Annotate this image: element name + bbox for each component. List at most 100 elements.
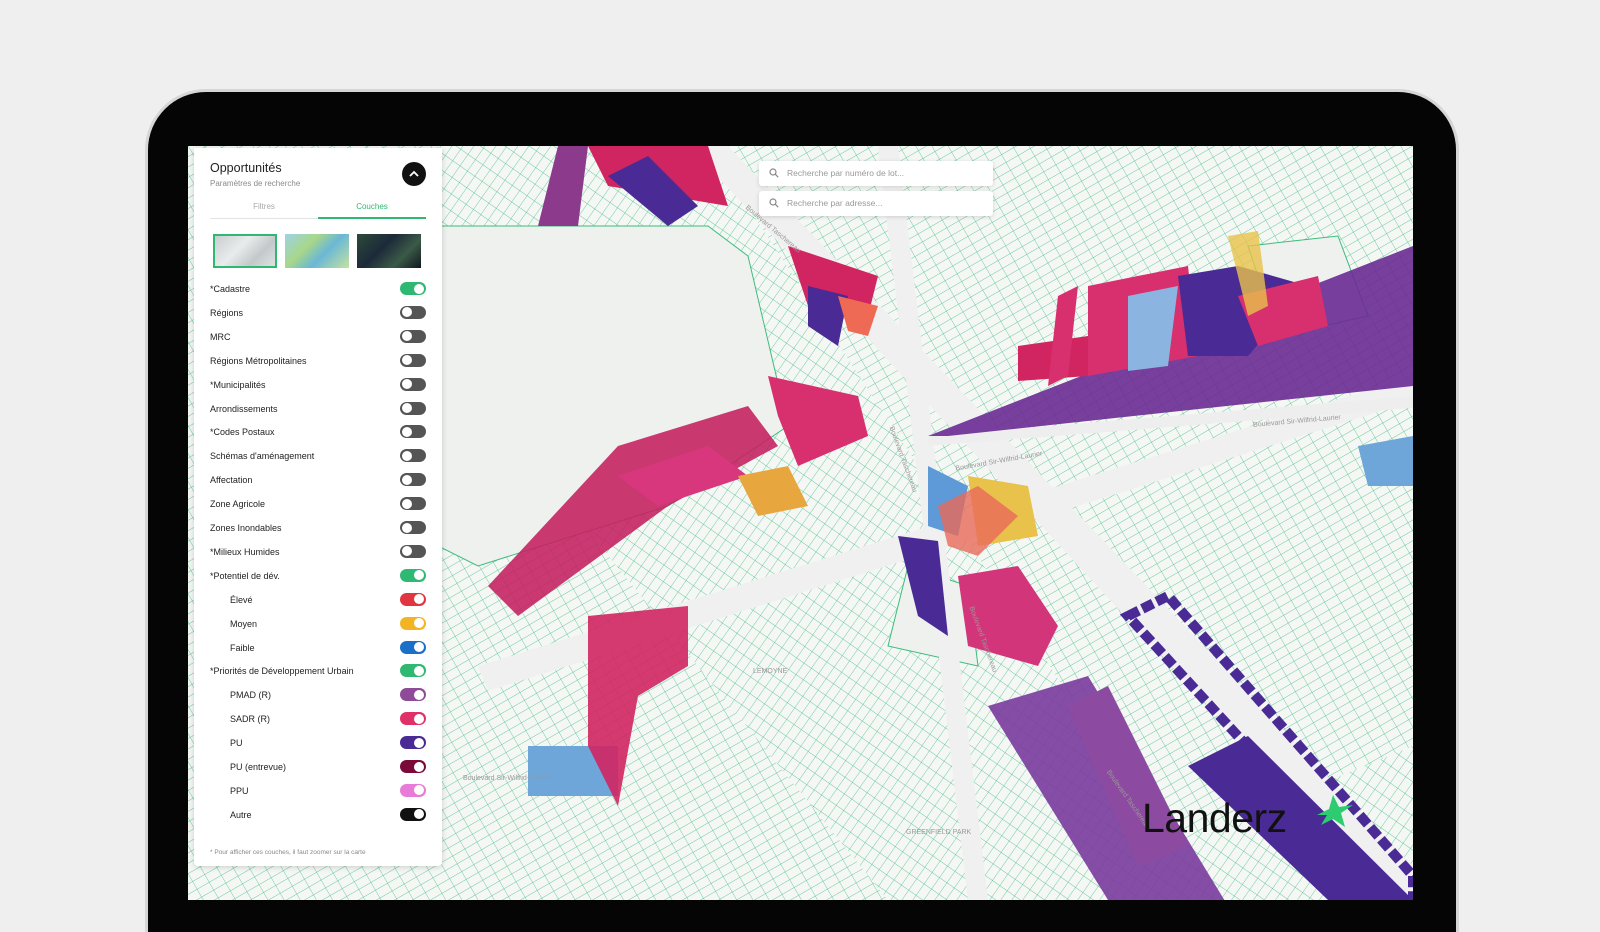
toggle-knob [402, 307, 412, 318]
layer-label: PPU [230, 785, 249, 796]
layer-label: Moyen [230, 618, 258, 629]
layer-label: Régions [210, 307, 244, 318]
layer-toggle[interactable] [400, 544, 426, 558]
panel-title: Opportunités [210, 161, 282, 175]
layer-label: Arrondissements [210, 403, 278, 414]
toggle-knob [402, 546, 412, 557]
toggle-knob [402, 331, 412, 342]
layer-row: Schémas d'aménagement [210, 449, 426, 467]
layer-toggle[interactable] [400, 497, 426, 511]
map-place-label: LEMOYNE [753, 668, 788, 675]
basemap-satellite-thumbnail[interactable] [357, 234, 421, 268]
layer-toggle[interactable] [400, 329, 426, 343]
address-search-placeholder: Recherche par adresse... [787, 198, 883, 208]
tab-filtres[interactable]: Filtres [210, 202, 318, 211]
toggle-knob [414, 713, 424, 724]
layer-row: MRC [210, 329, 426, 348]
layer-label: PU (entrevue) [230, 762, 287, 772]
layer-label: Faible [230, 642, 255, 653]
layer-toggle[interactable] [400, 640, 426, 654]
layer-label: SADR (R) [230, 714, 270, 725]
layer-toggle[interactable] [400, 736, 426, 750]
layer-toggle[interactable] [400, 664, 426, 678]
chevron-up-icon [409, 170, 419, 177]
layer-toggle[interactable] [400, 783, 426, 797]
layer-row: *Potentiel de dév. [210, 568, 426, 587]
layer-row: Affectation [210, 473, 426, 491]
layer-row: Moyen [210, 616, 426, 635]
layer-toggle[interactable] [400, 449, 426, 463]
layer-row: Zone Agricole [210, 497, 426, 515]
basemap-plan-thumbnail[interactable] [213, 234, 277, 268]
layer-label: *Cadastre [210, 284, 251, 294]
basemap-terrain-thumbnail[interactable] [285, 234, 349, 268]
leaf-star-icon [1317, 795, 1353, 827]
toggle-knob [414, 283, 424, 294]
toggle-knob [402, 450, 412, 461]
layer-label: Schémas d'aménagement [210, 451, 315, 462]
layer-row: Zones Inondables [210, 521, 426, 539]
layer-toggle[interactable] [400, 616, 426, 630]
layer-toggle[interactable] [400, 712, 426, 726]
layer-toggle[interactable] [400, 353, 426, 367]
layer-label: Zone Agricole [210, 499, 266, 510]
toggle-knob [414, 785, 424, 796]
toggle-knob [414, 570, 424, 581]
layer-toggle[interactable] [400, 592, 426, 606]
toggle-knob [414, 618, 424, 629]
map-place-label: GREENFIELD PARK [906, 829, 972, 836]
layer-label: *Codes Postaux [210, 427, 275, 438]
lot-search-input[interactable]: Recherche par numéro de lot... [759, 161, 993, 186]
layer-row: Élevé [210, 592, 426, 611]
layer-label: MRC [210, 331, 231, 342]
layer-row: *Milieux Humides [210, 544, 426, 563]
layer-toggle[interactable] [400, 377, 426, 391]
toggle-knob [414, 594, 424, 605]
toggle-knob [402, 379, 412, 390]
layer-label: Zones Inondables [210, 523, 282, 533]
layer-toggle[interactable] [400, 305, 426, 319]
tab-couches[interactable]: Couches [318, 202, 426, 211]
landerz-logo: Landerz [1142, 795, 1362, 847]
layer-label: Régions Métropolitaines [210, 355, 307, 366]
layer-row: SADR (R) [210, 712, 426, 730]
panel-subtitle: Paramètres de recherche [210, 179, 301, 188]
layer-row: PU (entrevue) [210, 760, 426, 778]
toggle-knob [414, 809, 424, 820]
layer-row: *Codes Postaux [210, 425, 426, 443]
layer-row: Régions Métropolitaines [210, 353, 426, 372]
collapse-panel-button[interactable] [402, 162, 426, 186]
layer-row: PU [210, 736, 426, 754]
search-icon [769, 198, 779, 208]
layers-panel: Opportunités Paramètres de recherche Fil… [194, 148, 442, 866]
layer-label: PMAD (R) [230, 690, 271, 701]
toggle-knob [402, 426, 412, 437]
layer-toggle[interactable] [400, 568, 426, 582]
layer-toggle[interactable] [400, 760, 426, 773]
layer-toggle[interactable] [400, 282, 426, 295]
layer-label: *Priorités de Développement Urbain [210, 666, 354, 677]
layer-toggle[interactable] [400, 807, 426, 821]
layer-label: Élevé [230, 594, 253, 605]
layer-toggle[interactable] [400, 401, 426, 415]
layer-toggle[interactable] [400, 688, 426, 702]
layer-label: *Municipalités [210, 379, 266, 390]
search-icon [769, 168, 779, 178]
layer-row: Arrondissements [210, 401, 426, 420]
toggle-knob [402, 403, 412, 413]
zoom-footnote: * Pour afficher ces couches, il faut zoo… [210, 849, 366, 856]
toggle-knob [402, 522, 412, 533]
layer-label: *Potentiel de dév. [210, 570, 280, 581]
layer-label: *Milieux Humides [210, 546, 280, 557]
toggle-knob [402, 498, 412, 509]
layer-toggle[interactable] [400, 473, 426, 487]
toggle-knob [414, 642, 424, 652]
layer-toggle[interactable] [400, 521, 426, 534]
layer-label: PU [230, 738, 243, 749]
toggle-knob [414, 737, 424, 748]
layer-row: PPU [210, 783, 426, 802]
road-label: Boulevard Sir-Wilfrid-Laurier [463, 775, 551, 782]
address-search-input[interactable]: Recherche par adresse... [759, 191, 993, 216]
layer-label: Affectation [210, 475, 253, 486]
layer-toggle[interactable] [400, 425, 426, 439]
